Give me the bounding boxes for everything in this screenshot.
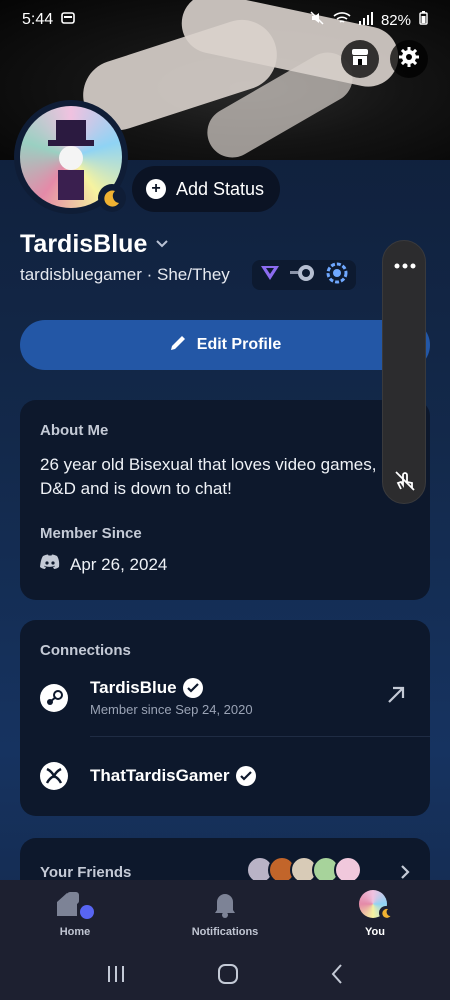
connections-label: Connections [40, 642, 131, 659]
home-button-icon[interactable] [217, 963, 239, 990]
system-nav-bar [0, 952, 450, 1000]
more-icon[interactable] [393, 257, 417, 275]
plus-icon: + [146, 179, 166, 199]
member-since: Apr 26, 2024 [40, 554, 410, 575]
chevron-down-icon [155, 236, 169, 254]
profile-badges[interactable] [252, 260, 356, 290]
nav-notifications[interactable]: Notifications [150, 880, 300, 952]
home-icon [55, 890, 95, 920]
shop-icon [350, 47, 370, 72]
nav-label: Notifications [191, 926, 259, 938]
steam-icon [40, 683, 68, 712]
about-label: About Me [40, 422, 109, 439]
recent-apps-icon[interactable] [106, 964, 126, 989]
bio-text: 26 year old Bisexual that loves video ga… [40, 455, 377, 498]
status-bar: 5:44 82% [0, 0, 450, 40]
external-link-icon[interactable] [386, 685, 406, 710]
xbox-icon [40, 762, 68, 790]
nav-label: Home [59, 926, 91, 938]
connection-name: TardisBlue [90, 678, 177, 697]
bottom-nav: Home Notifications You [0, 880, 450, 952]
bell-icon [213, 890, 237, 920]
nav-label: You [365, 926, 385, 938]
floating-side-panel[interactable] [382, 240, 426, 504]
connection-xbox[interactable]: ThatTardisGamer [40, 762, 430, 790]
connection-name: ThatTardisGamer [90, 766, 230, 785]
divider [90, 736, 430, 737]
back-icon[interactable] [330, 963, 344, 990]
idle-status-indicator [98, 184, 126, 212]
nav-you[interactable]: You [300, 880, 450, 952]
mute-icon [309, 10, 325, 30]
notification-icon [61, 11, 75, 29]
battery-icon [419, 11, 428, 29]
clock: 5:44 [22, 11, 54, 28]
pencil-icon [169, 334, 187, 357]
nav-home[interactable]: Home [0, 880, 150, 952]
nitro-badge-icon[interactable] [260, 264, 280, 287]
add-status-label: Add Status [176, 178, 265, 199]
discord-icon [40, 554, 60, 575]
avatar [357, 890, 393, 920]
display-name-text: TardisBlue [20, 230, 148, 258]
connection-subtitle: Member since Sep 24, 2020 [90, 702, 253, 717]
boost-badge-icon[interactable] [290, 264, 316, 287]
display-name[interactable]: TardisBlue [20, 230, 169, 259]
about-card: About Me 26 year old Bisexual that loves… [20, 400, 430, 600]
connections-card: Connections TardisBlue Member since Sep … [20, 620, 430, 816]
username-pronouns: tardisbluegamer · She/They [20, 265, 230, 284]
add-status-button[interactable]: + Add Status [132, 166, 281, 212]
edit-profile-label: Edit Profile [196, 336, 282, 353]
shop-button[interactable] [341, 40, 379, 78]
settings-button[interactable] [390, 40, 428, 78]
battery-level: 82% [380, 11, 411, 29]
wifi-icon [333, 11, 351, 29]
connection-steam[interactable]: TardisBlue Member since Sep 24, 2020 [40, 678, 430, 717]
member-since-date: Apr 26, 2024 [70, 554, 168, 574]
edit-profile-button[interactable]: Edit Profile [20, 320, 430, 370]
verified-icon [235, 766, 256, 786]
member-since-label: Member Since [40, 525, 142, 542]
verified-icon [182, 678, 203, 698]
quest-badge-icon[interactable] [326, 262, 348, 289]
gear-icon [398, 46, 420, 73]
signal-icon [358, 11, 373, 29]
touch-off-icon[interactable] [393, 469, 417, 498]
